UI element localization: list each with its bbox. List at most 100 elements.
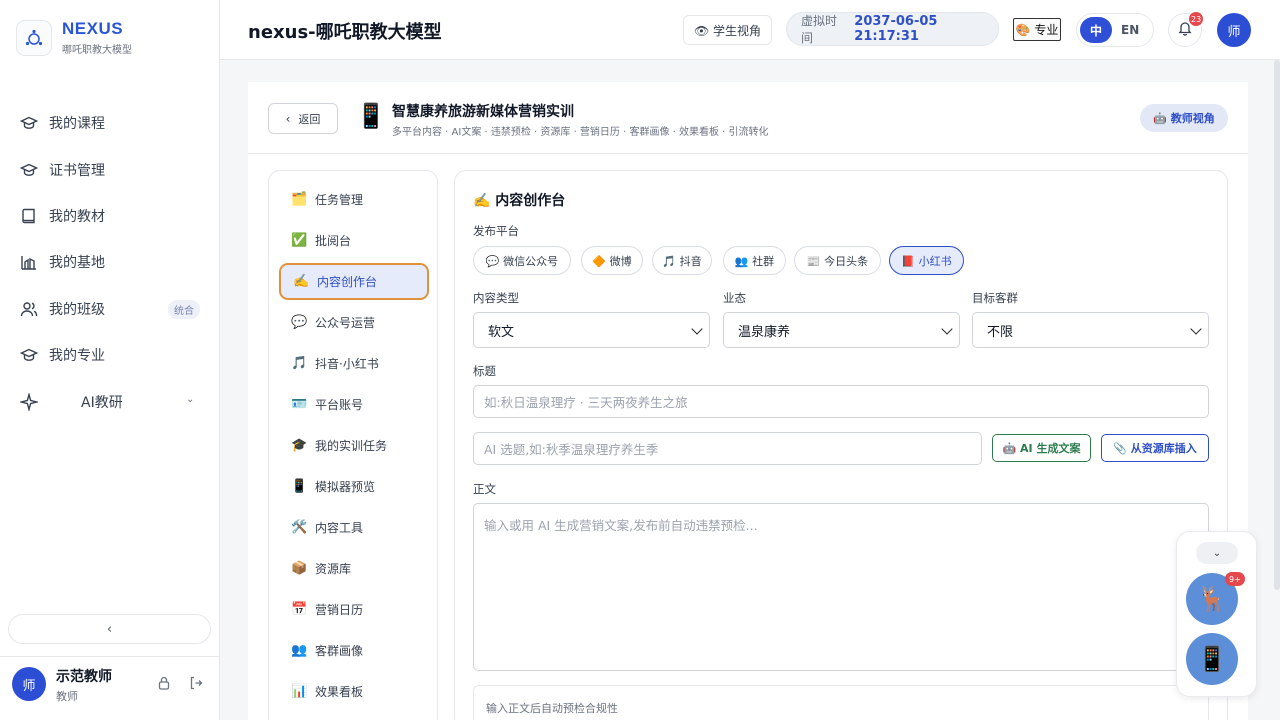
content-type-select[interactable]: 软文 — [473, 312, 710, 348]
user-bar: 师 示范教师 教师 — [0, 656, 219, 720]
module-item-content-studio[interactable]: ✍️ 内容创作台 — [279, 263, 429, 300]
sidebar: NEXUS 哪吒职教大模型 我的课程 证书管理 我的教材 我的基地 我的班级 统… — [0, 0, 220, 720]
course-title: 智慧康养旅游新媒体营销实训 — [392, 104, 574, 120]
avatar[interactable]: 师 — [1217, 13, 1251, 47]
phone-icon: 📱 — [356, 102, 386, 130]
platform-chip-toutiao[interactable]: 📰 今日头条 — [794, 246, 881, 275]
graduation-cap-icon — [20, 346, 38, 364]
student-view-button[interactable]: 👁 学生视角 — [683, 15, 772, 45]
module-item-simulator[interactable]: 📱 模拟器预览 — [279, 468, 429, 505]
business-label: 业态 — [723, 291, 746, 305]
sidebar-item-label: 我的课程 — [49, 116, 105, 133]
course-subtitle: 多平台内容 · AI文案 · 违禁预检 · 资源库 · 营销日历 · 客群画像 … — [392, 127, 769, 138]
lang-zh-button[interactable]: 中 — [1080, 17, 1112, 43]
building-chart-icon — [20, 253, 38, 271]
top-header: nexus-哪吒职教大模型 👁 学生视角 虚拟时间 2037-06-05 21:… — [220, 0, 1280, 60]
logout-icon[interactable] — [188, 675, 204, 691]
folder-icon: 🗂️ — [291, 192, 308, 207]
panel-title: ✍️ 内容创作台 — [473, 193, 566, 209]
module-label: 客群画像 — [315, 644, 364, 658]
sidebar-item-classes[interactable]: 我的班级 统合 — [0, 286, 219, 332]
platform-chip-xiaohongshu[interactable]: 📕 小红书 — [889, 246, 964, 275]
audience-select[interactable]: 不限 — [972, 312, 1209, 348]
sidebar-item-majors[interactable]: 我的专业 — [0, 332, 219, 378]
notification-button[interactable]: 23 — [1168, 12, 1204, 47]
module-label: 抖音·小红书 — [315, 357, 379, 371]
teacher-view-button[interactable]: 🤖 教师视角 — [1140, 104, 1228, 132]
phone-icon: 📱 — [1197, 645, 1227, 673]
audience-value: 不限 — [987, 324, 1014, 340]
insert-resource-button[interactable]: 📎 从资源库插入 — [1101, 434, 1209, 462]
audience-label: 目标客群 — [972, 291, 1018, 305]
chevron-down-icon: ⌄ — [186, 394, 195, 406]
assistant-badge: 9+ — [1225, 572, 1245, 586]
back-label: 返回 — [298, 112, 321, 126]
user-name: 示范教师 — [56, 669, 112, 685]
sidebar-item-label: 我的班级 — [49, 301, 105, 318]
sidebar-item-label: 我的基地 — [49, 255, 105, 272]
brand-subtitle: 哪吒职教大模型 — [62, 45, 132, 56]
virtual-time-value: 2037-06-05 21:17:31 — [854, 14, 938, 44]
module-label: 内容创作台 — [317, 275, 378, 289]
module-item-my-tasks[interactable]: 🎓 我的实训任务 — [279, 427, 429, 464]
module-label: 我的实训任务 — [315, 439, 388, 453]
module-item-resources[interactable]: 📦 资源库 — [279, 550, 429, 587]
sidebar-item-ai-research[interactable]: AI教研 ⌄ — [0, 378, 219, 424]
virtual-time-label: 虚拟时间 — [801, 14, 838, 45]
sidebar-item-label: 我的专业 — [49, 348, 105, 365]
ai-generate-button[interactable]: 🤖 AI 生成文案 — [992, 434, 1091, 462]
speech-bubble-icon: 💬 — [291, 315, 308, 330]
lang-en-button[interactable]: EN — [1121, 23, 1139, 37]
back-button[interactable]: ‹ 返回 — [268, 103, 338, 134]
module-item-wechat-ops[interactable]: 💬 公众号运营 — [279, 304, 429, 341]
headline-input[interactable]: 如:秋日温泉理疗 · 三天两夜养生之旅 — [473, 385, 1209, 418]
module-label: 任务管理 — [315, 193, 364, 207]
brand-name: NEXUS — [62, 19, 124, 38]
phone-assistant-avatar[interactable]: 📱 — [1186, 633, 1238, 685]
bar-chart-icon: 📊 — [291, 684, 308, 699]
avatar[interactable]: 师 — [12, 667, 46, 701]
brand-logo[interactable]: NEXUS 哪吒职教大模型 — [16, 20, 132, 56]
body-textarea[interactable]: 输入或用 AI 生成营销文案,发布前自动违禁预检... — [473, 503, 1209, 671]
sidebar-nav: 我的课程 证书管理 我的教材 我的基地 我的班级 统合 我的专业 AI教研 ⌄ — [0, 100, 219, 425]
collapse-float-button[interactable]: ⌄ — [1196, 542, 1238, 564]
package-icon: 📦 — [291, 561, 308, 576]
module-item-review[interactable]: ✅ 批阅台 — [279, 222, 429, 259]
module-label: 批阅台 — [315, 234, 352, 248]
module-item-dashboard[interactable]: 📊 效果看板 — [279, 673, 429, 710]
platform-chip-douyin[interactable]: 🎵 抖音 — [652, 246, 712, 275]
tools-icon: 🛠️ — [291, 520, 308, 535]
page-scrollbar[interactable] — [1274, 60, 1280, 590]
platform-chip-wechat[interactable]: 💬 微信公众号 — [473, 246, 571, 275]
business-value: 温泉康养 — [738, 324, 791, 340]
module-item-calendar[interactable]: 📅 营销日历 — [279, 591, 429, 628]
sidebar-item-certificates[interactable]: 证书管理 — [0, 146, 219, 192]
business-select[interactable]: 温泉康养 — [723, 312, 960, 348]
platform-label: 发布平台 — [473, 224, 519, 238]
platform-chip-weibo[interactable]: 🔶 微博 — [581, 246, 643, 275]
sidebar-item-courses[interactable]: 我的课程 — [0, 100, 219, 146]
module-item-tools[interactable]: 🛠️ 内容工具 — [279, 509, 429, 546]
collapse-sidebar-button[interactable]: ‹ — [8, 614, 211, 644]
writing-hand-icon: ✍️ — [293, 274, 310, 289]
topic-input[interactable]: AI 选题,如:秋季温泉理疗养生季 — [473, 432, 982, 465]
sidebar-item-textbooks[interactable]: 我的教材 — [0, 193, 219, 239]
module-item-douyin-xhs[interactable]: 🎵 抖音·小红书 — [279, 345, 429, 382]
platform-chip-community[interactable]: 👥 社群 — [723, 246, 786, 275]
major-button[interactable]: 🎨 专业 — [1013, 18, 1061, 41]
lock-icon[interactable] — [156, 675, 172, 691]
phone-icon: 📱 — [291, 479, 308, 494]
language-switch: 中 EN — [1076, 13, 1154, 47]
sidebar-item-bases[interactable]: 我的基地 — [0, 239, 219, 285]
deer-icon: 🦌 — [1197, 585, 1227, 613]
content-type-label: 内容类型 — [473, 291, 519, 305]
chevron-down-icon — [941, 323, 953, 335]
module-menu: 🗂️ 任务管理 ✅ 批阅台 ✍️ 内容创作台 💬 公众号运营 🎵 抖音·小红书 🪪 平台账号… — [268, 170, 438, 720]
users-icon — [20, 300, 38, 318]
module-item-tasks[interactable]: 🗂️ 任务管理 — [279, 181, 429, 218]
book-icon — [20, 207, 38, 225]
module-item-personas[interactable]: 👥 客群画像 — [279, 632, 429, 669]
module-item-accounts[interactable]: 🪪 平台账号 — [279, 386, 429, 423]
body-label: 正文 — [473, 482, 496, 496]
nexus-logo-icon — [16, 20, 52, 56]
